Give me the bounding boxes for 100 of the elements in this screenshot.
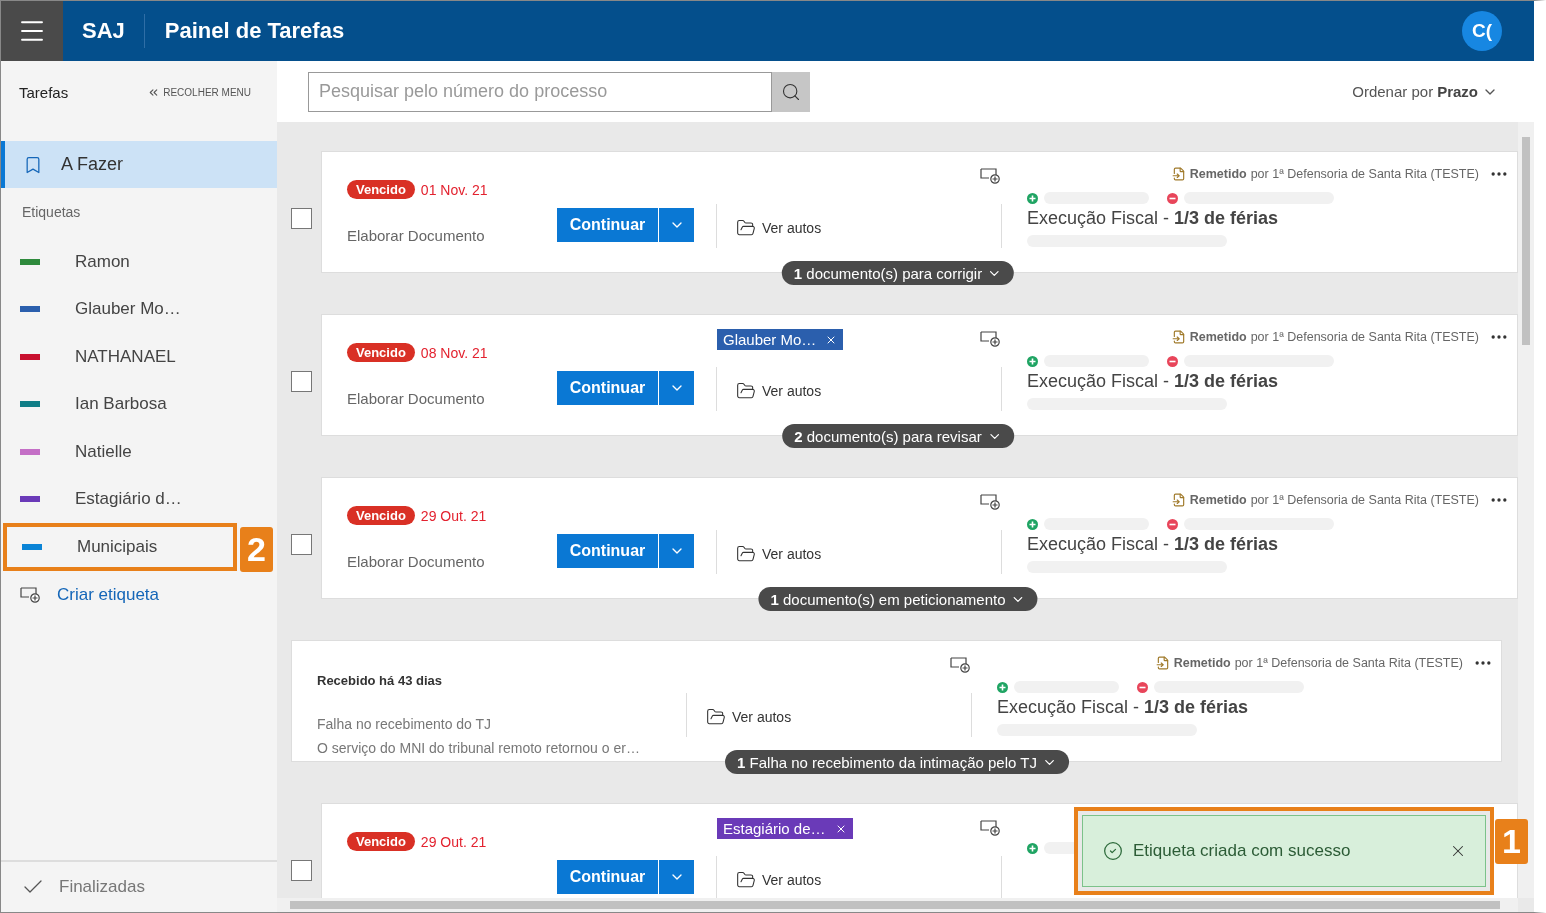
- minus-icon: [1167, 518, 1178, 530]
- label-item[interactable]: Ramon: [1, 238, 277, 286]
- page-title: Painel de Tarefas: [164, 18, 345, 44]
- task-checkbox[interactable]: [291, 207, 312, 229]
- continue-dropdown-button[interactable]: [658, 371, 694, 405]
- callout-number: 1: [1495, 819, 1528, 864]
- documents-pill[interactable]: 2 documento(s) para revisar: [782, 424, 1014, 448]
- task-description: Elaborar Documento: [347, 390, 486, 407]
- task-checkbox[interactable]: [291, 533, 312, 555]
- document-icon: [1171, 330, 1186, 344]
- documents-pill[interactable]: 1 Falha no recebimento da intimação pelo TJ: [725, 750, 1069, 774]
- folder-icon: [706, 707, 726, 727]
- due-date: 08 Nov. 21: [420, 344, 488, 361]
- sent-by: por 1ª Defensoria de Santa Rita (TESTE): [1250, 493, 1479, 507]
- due-date: 01 Nov. 21: [420, 181, 488, 198]
- view-case-button[interactable]: Ver autos: [706, 707, 792, 727]
- user-avatar[interactable]: C(: [1462, 11, 1502, 51]
- tag-label: Glauber Mo…: [723, 331, 817, 348]
- collapse-menu-button[interactable]: RECOLHER MENU: [147, 85, 251, 99]
- case-subject: Execução Fiscal - 1/3 de férias: [1027, 371, 1280, 392]
- add-label-icon[interactable]: [950, 657, 971, 673]
- label-item[interactable]: Natielle: [1, 428, 277, 476]
- label-tag[interactable]: Glauber Mo…: [717, 329, 844, 350]
- folder-icon: [736, 381, 756, 401]
- plus-icon: [1027, 842, 1038, 854]
- label-tag[interactable]: Estagiário de…: [717, 818, 853, 839]
- minus-icon: [1167, 355, 1178, 367]
- create-label-link[interactable]: Criar etiqueta: [1, 570, 277, 605]
- finished-link[interactable]: Finalizadas: [59, 877, 145, 897]
- overdue-badge: Vencido: [347, 506, 415, 525]
- toast-message: Etiqueta criada com sucesso: [1133, 841, 1352, 861]
- label-item[interactable]: Glauber Mo…: [1, 285, 277, 333]
- plus-icon: [1027, 355, 1038, 367]
- sent-status: Remetido: [1189, 167, 1247, 181]
- plus-icon: [997, 681, 1008, 693]
- sent-status: Remetido: [1189, 330, 1247, 344]
- sent-status: Remetido: [1189, 493, 1247, 507]
- label-item[interactable]: Estagiário d…: [1, 475, 277, 523]
- overdue-badge: Vencido: [347, 832, 415, 851]
- menu-button[interactable]: [1, 1, 63, 61]
- sent-by: por 1ª Defensoria de Santa Rita (TESTE): [1250, 167, 1479, 181]
- label-item[interactable]: Ian Barbosa: [1, 380, 277, 428]
- label-item[interactable]: NATHANAEL: [1, 333, 277, 381]
- tag-label: Estagiário de…: [723, 820, 826, 837]
- folder-icon: [736, 870, 756, 890]
- case-subject: Execução Fiscal - 1/3 de férias: [1027, 534, 1280, 555]
- search-field[interactable]: Pesquisar pelo número do processo: [308, 71, 772, 112]
- received-text: Recebido há 43 dias: [317, 673, 443, 688]
- task-description: Elaborar Documento: [347, 227, 486, 244]
- documents-pill[interactable]: 1 documento(s) para corrigir: [781, 261, 1015, 285]
- continue-button[interactable]: Continuar: [557, 208, 658, 242]
- add-label-icon[interactable]: [980, 331, 1001, 347]
- view-case-button[interactable]: Ver autos: [736, 381, 822, 401]
- horizontal-scrollbar[interactable]: [277, 898, 1518, 912]
- nav-item[interactable]: A Fazer: [1, 141, 277, 188]
- add-label-icon[interactable]: [20, 586, 41, 603]
- sent-status: Remetido: [1173, 656, 1231, 670]
- task-message: Falha no recebimento do TJ: [317, 716, 493, 732]
- sent-by: por 1ª Defensoria de Santa Rita (TESTE): [1234, 656, 1463, 670]
- callout-number: 2: [240, 527, 273, 572]
- view-case-button[interactable]: Ver autos: [736, 544, 822, 564]
- view-case-button[interactable]: Ver autos: [736, 218, 822, 238]
- continue-dropdown-button[interactable]: [658, 860, 694, 894]
- due-date: 29 Out. 21: [420, 507, 487, 524]
- due-date: 29 Out. 21: [420, 833, 487, 850]
- search-button[interactable]: [772, 71, 810, 112]
- add-label-icon[interactable]: [980, 820, 1001, 836]
- continue-button[interactable]: Continuar: [557, 371, 658, 405]
- document-icon: [1171, 167, 1186, 181]
- add-label-icon[interactable]: [980, 168, 1001, 184]
- document-icon: [1171, 493, 1186, 507]
- app-name: SAJ: [82, 14, 145, 48]
- overdue-badge: Vencido: [347, 343, 415, 362]
- view-case-button[interactable]: Ver autos: [736, 870, 822, 890]
- minus-icon: [1137, 681, 1148, 693]
- plus-icon: [1027, 518, 1038, 530]
- minus-icon: [1167, 192, 1178, 204]
- documents-pill[interactable]: 1 documento(s) em peticionamento: [758, 587, 1038, 611]
- folder-icon: [736, 218, 756, 238]
- task-checkbox[interactable]: [291, 370, 312, 392]
- continue-dropdown-button[interactable]: [658, 534, 694, 568]
- overdue-badge: Vencido: [347, 180, 415, 199]
- continue-button[interactable]: Continuar: [557, 860, 658, 894]
- case-subject: Execução Fiscal - 1/3 de férias: [997, 697, 1250, 718]
- case-subject: Execução Fiscal - 1/3 de férias: [1027, 208, 1280, 229]
- plus-icon: [1027, 192, 1038, 204]
- task-message: O serviço do MNI do tribunal remoto retornou o er…: [317, 740, 641, 756]
- success-icon: [1103, 841, 1123, 861]
- labels-heading: Etiquetas: [21, 203, 82, 222]
- sidebar-heading: Tarefas: [19, 83, 69, 101]
- sort-dropdown[interactable]: Ordenar por Prazo: [1346, 82, 1504, 101]
- folder-icon: [736, 544, 756, 564]
- continue-button[interactable]: Continuar: [557, 534, 658, 568]
- task-description: Elaborar Documento: [347, 553, 486, 570]
- search-icon: [781, 81, 801, 102]
- continue-dropdown-button[interactable]: [658, 208, 694, 242]
- document-icon: [1155, 656, 1170, 670]
- vertical-scrollbar[interactable]: [1518, 122, 1534, 898]
- add-label-icon[interactable]: [980, 494, 1001, 510]
- task-checkbox[interactable]: [291, 859, 312, 881]
